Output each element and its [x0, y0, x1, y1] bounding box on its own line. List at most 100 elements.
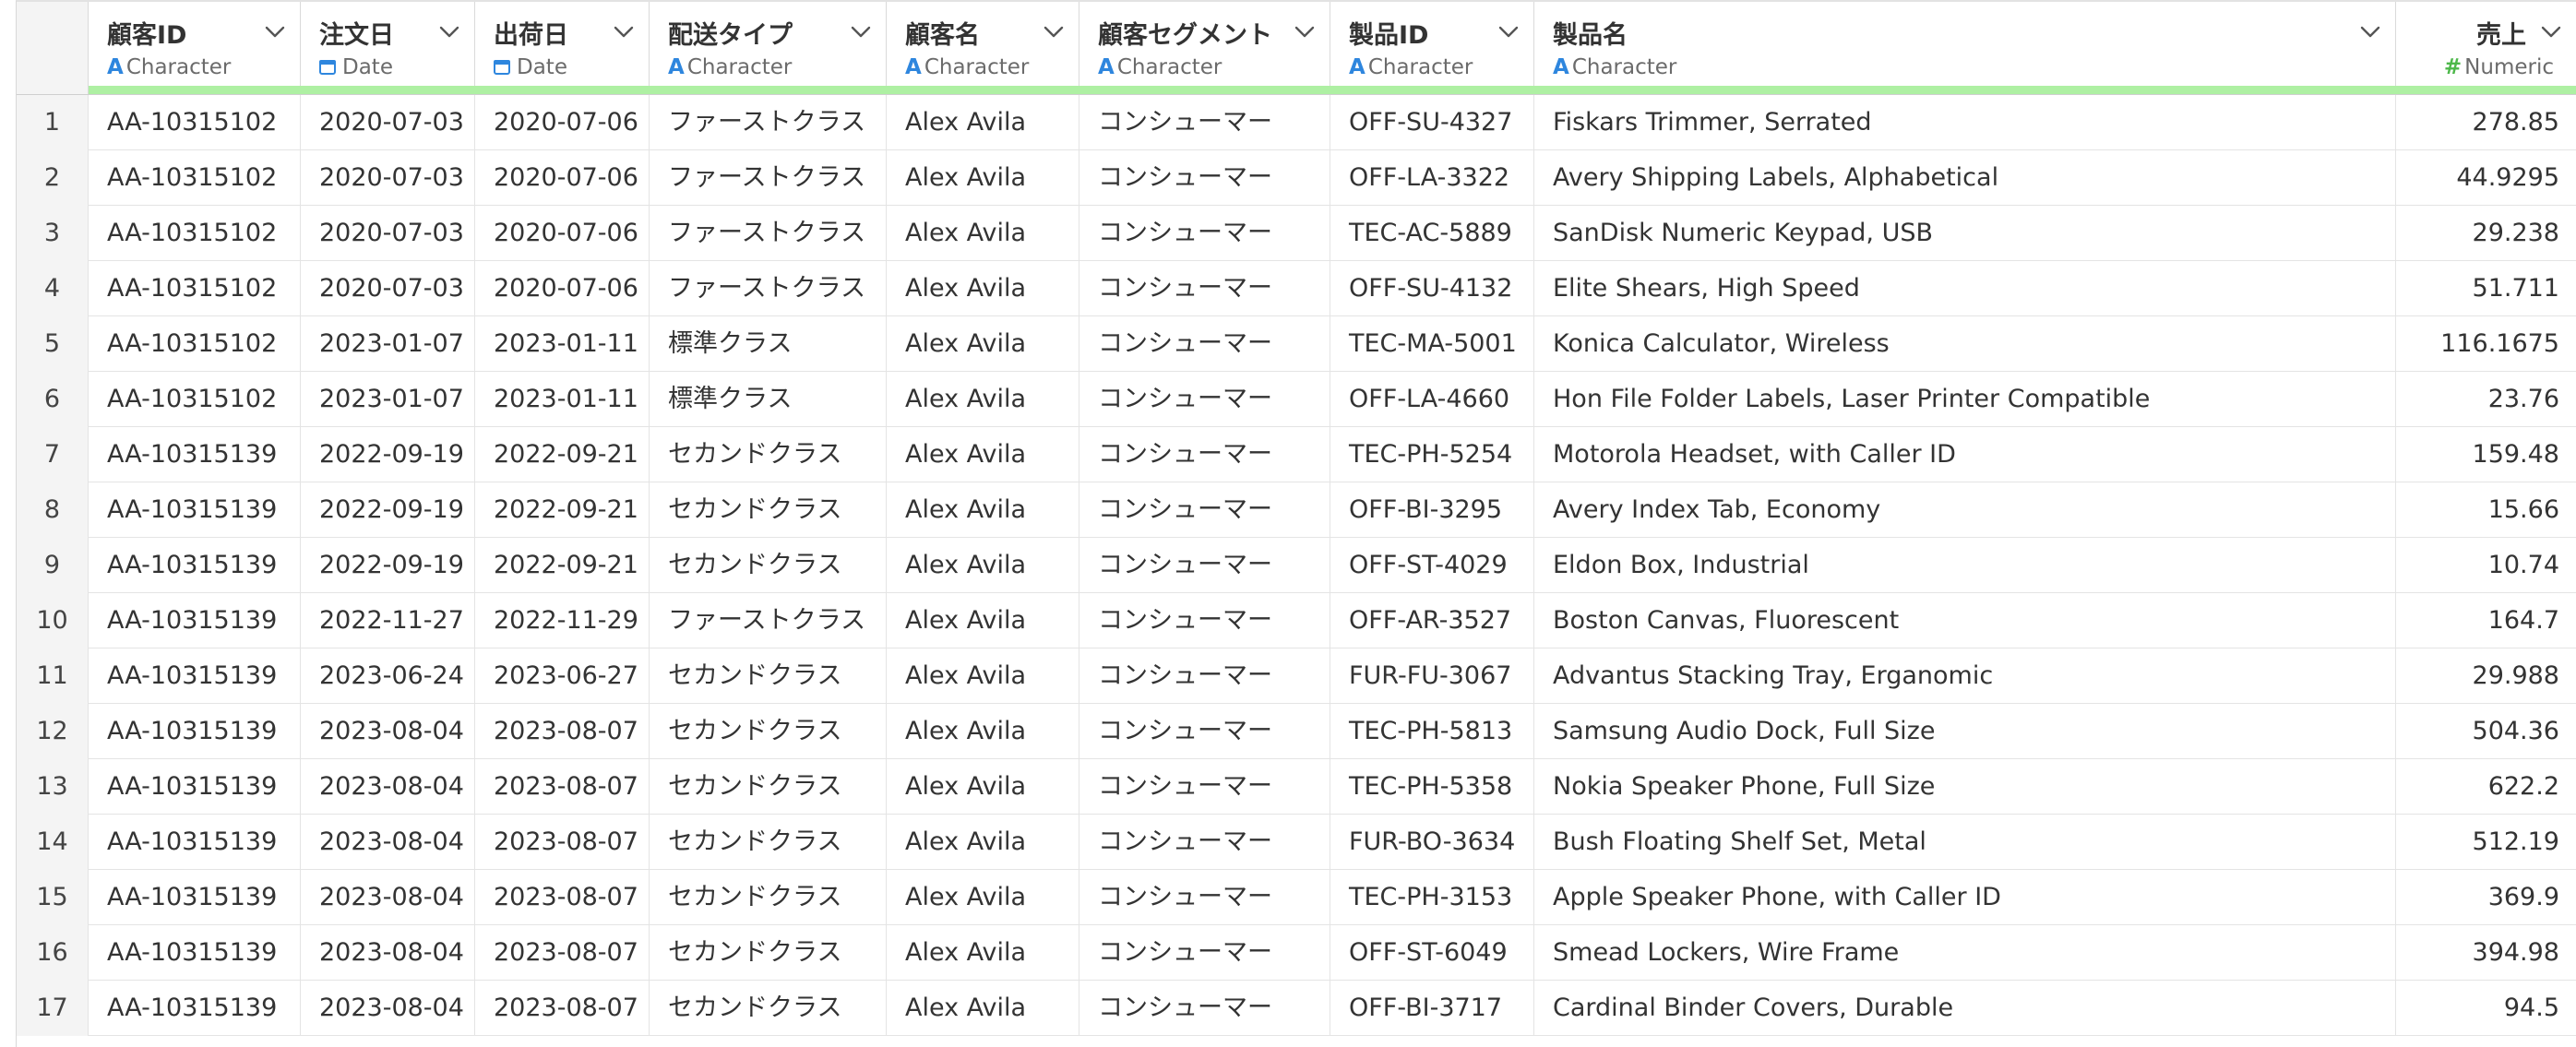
cell-ship-mode[interactable]: ファーストクラス — [650, 95, 887, 150]
cell-ship-date[interactable]: 2023-08-07 — [475, 815, 650, 870]
cell-ship-date[interactable]: 2023-08-07 — [475, 759, 650, 815]
cell-customer-segment[interactable]: コンシューマー — [1079, 704, 1330, 759]
cell-order-date[interactable]: 2023-06-24 — [301, 648, 475, 704]
cell-product-id[interactable]: OFF-BI-3717 — [1330, 981, 1534, 1036]
column-header-ship-date[interactable]: 出荷日 Date — [475, 2, 650, 86]
table-row[interactable]: 9 AA-10315139 2022-09-19 2022-09-21 セカンドクラス A… — [17, 538, 2576, 593]
cell-product-id[interactable]: OFF-LA-3322 — [1330, 150, 1534, 206]
cell-customer-id[interactable]: AA-10315139 — [89, 870, 301, 925]
cell-customer-id[interactable]: AA-10315139 — [89, 925, 301, 981]
table-row[interactable]: 8 AA-10315139 2022-09-19 2022-09-21 セカンドクラス A… — [17, 482, 2576, 538]
cell-ship-date[interactable]: 2020-07-06 — [475, 206, 650, 261]
cell-ship-mode[interactable]: ファーストクラス — [650, 206, 887, 261]
table-row[interactable]: 7 AA-10315139 2022-09-19 2022-09-21 セカンドクラス A… — [17, 427, 2576, 482]
cell-customer-segment[interactable]: コンシューマー — [1079, 593, 1330, 648]
cell-customer-id[interactable]: AA-10315139 — [89, 648, 301, 704]
cell-sales[interactable]: 164.7 — [2396, 593, 2576, 648]
cell-product-id[interactable]: OFF-ST-6049 — [1330, 925, 1534, 981]
cell-product-name[interactable]: Fiskars Trimmer, Serrated — [1534, 95, 2396, 150]
cell-customer-segment[interactable]: コンシューマー — [1079, 316, 1330, 372]
cell-customer-id[interactable]: AA-10315139 — [89, 427, 301, 482]
cell-sales[interactable]: 369.9 — [2396, 870, 2576, 925]
cell-ship-mode[interactable]: セカンドクラス — [650, 925, 887, 981]
cell-sales[interactable]: 29.988 — [2396, 648, 2576, 704]
column-header-product-name[interactable]: 製品名 A Character — [1534, 2, 2396, 86]
table-row[interactable]: 16 AA-10315139 2023-08-04 2023-08-07 セカンドクラス… — [17, 925, 2576, 981]
cell-ship-mode[interactable]: 標準クラス — [650, 372, 887, 427]
cell-product-name[interactable]: Konica Calculator, Wireless — [1534, 316, 2396, 372]
chevron-down-icon[interactable] — [2360, 26, 2380, 39]
cell-product-id[interactable]: TEC-PH-5813 — [1330, 704, 1534, 759]
cell-customer-name[interactable]: Alex Avila — [887, 261, 1079, 316]
cell-ship-date[interactable]: 2022-09-21 — [475, 538, 650, 593]
cell-customer-segment[interactable]: コンシューマー — [1079, 870, 1330, 925]
cell-ship-date[interactable]: 2022-09-21 — [475, 427, 650, 482]
column-header-sales[interactable]: 売上 # Numeric — [2396, 2, 2576, 86]
cell-product-id[interactable]: TEC-PH-5358 — [1330, 759, 1534, 815]
cell-sales[interactable]: 512.19 — [2396, 815, 2576, 870]
cell-ship-mode[interactable]: 標準クラス — [650, 316, 887, 372]
cell-ship-date[interactable]: 2023-01-11 — [475, 372, 650, 427]
cell-ship-mode[interactable]: セカンドクラス — [650, 538, 887, 593]
cell-sales[interactable]: 622.2 — [2396, 759, 2576, 815]
cell-customer-name[interactable]: Alex Avila — [887, 759, 1079, 815]
cell-ship-mode[interactable]: セカンドクラス — [650, 815, 887, 870]
cell-customer-id[interactable]: AA-10315102 — [89, 150, 301, 206]
cell-customer-id[interactable]: AA-10315139 — [89, 538, 301, 593]
cell-product-name[interactable]: Motorola Headset, with Caller ID — [1534, 427, 2396, 482]
chevron-down-icon[interactable] — [265, 26, 285, 39]
cell-customer-id[interactable]: AA-10315102 — [89, 206, 301, 261]
cell-customer-segment[interactable]: コンシューマー — [1079, 815, 1330, 870]
cell-customer-name[interactable]: Alex Avila — [887, 925, 1079, 981]
cell-customer-segment[interactable]: コンシューマー — [1079, 427, 1330, 482]
cell-product-name[interactable]: Avery Shipping Labels, Alphabetical — [1534, 150, 2396, 206]
cell-product-name[interactable]: Hon File Folder Labels, Laser Printer Co… — [1534, 372, 2396, 427]
cell-order-date[interactable]: 2023-08-04 — [301, 815, 475, 870]
cell-order-date[interactable]: 2022-09-19 — [301, 427, 475, 482]
cell-customer-segment[interactable]: コンシューマー — [1079, 95, 1330, 150]
table-row[interactable]: 14 AA-10315139 2023-08-04 2023-08-07 セカンドクラス… — [17, 815, 2576, 870]
cell-product-id[interactable]: OFF-AR-3527 — [1330, 593, 1534, 648]
cell-customer-segment[interactable]: コンシューマー — [1079, 482, 1330, 538]
cell-customer-id[interactable]: AA-10315102 — [89, 316, 301, 372]
chevron-down-icon[interactable] — [1498, 26, 1519, 39]
cell-customer-name[interactable]: Alex Avila — [887, 648, 1079, 704]
cell-customer-segment[interactable]: コンシューマー — [1079, 925, 1330, 981]
cell-product-id[interactable]: FUR-FU-3067 — [1330, 648, 1534, 704]
cell-order-date[interactable]: 2022-11-27 — [301, 593, 475, 648]
column-header-ship-mode[interactable]: 配送タイプ A Character — [650, 2, 887, 86]
cell-ship-date[interactable]: 2020-07-06 — [475, 150, 650, 206]
cell-order-date[interactable]: 2023-08-04 — [301, 981, 475, 1036]
cell-customer-name[interactable]: Alex Avila — [887, 870, 1079, 925]
cell-ship-mode[interactable]: ファーストクラス — [650, 593, 887, 648]
cell-customer-name[interactable]: Alex Avila — [887, 538, 1079, 593]
cell-ship-mode[interactable]: セカンドクラス — [650, 482, 887, 538]
cell-order-date[interactable]: 2022-09-19 — [301, 482, 475, 538]
cell-order-date[interactable]: 2023-08-04 — [301, 704, 475, 759]
cell-ship-mode[interactable]: セカンドクラス — [650, 648, 887, 704]
cell-sales[interactable]: 10.74 — [2396, 538, 2576, 593]
cell-ship-mode[interactable]: セカンドクラス — [650, 427, 887, 482]
cell-sales[interactable]: 15.66 — [2396, 482, 2576, 538]
cell-customer-id[interactable]: AA-10315139 — [89, 981, 301, 1036]
cell-ship-date[interactable]: 2022-09-21 — [475, 482, 650, 538]
cell-ship-date[interactable]: 2022-11-29 — [475, 593, 650, 648]
cell-product-name[interactable]: Smead Lockers, Wire Frame — [1534, 925, 2396, 981]
cell-sales[interactable]: 29.238 — [2396, 206, 2576, 261]
cell-product-name[interactable]: SanDisk Numeric Keypad, USB — [1534, 206, 2396, 261]
chevron-down-icon[interactable] — [1044, 26, 1064, 39]
cell-order-date[interactable]: 2023-08-04 — [301, 759, 475, 815]
cell-sales[interactable]: 116.1675 — [2396, 316, 2576, 372]
cell-product-id[interactable]: OFF-LA-4660 — [1330, 372, 1534, 427]
cell-ship-date[interactable]: 2023-06-27 — [475, 648, 650, 704]
cell-ship-date[interactable]: 2023-08-07 — [475, 981, 650, 1036]
cell-customer-id[interactable]: AA-10315102 — [89, 95, 301, 150]
cell-order-date[interactable]: 2020-07-03 — [301, 206, 475, 261]
table-row[interactable]: 12 AA-10315139 2023-08-04 2023-08-07 セカンドクラス… — [17, 704, 2576, 759]
cell-customer-segment[interactable]: コンシューマー — [1079, 538, 1330, 593]
table-row[interactable]: 10 AA-10315139 2022-11-27 2022-11-29 ファーストクラ… — [17, 593, 2576, 648]
cell-sales[interactable]: 394.98 — [2396, 925, 2576, 981]
cell-customer-segment[interactable]: コンシューマー — [1079, 206, 1330, 261]
cell-sales[interactable]: 23.76 — [2396, 372, 2576, 427]
cell-order-date[interactable]: 2020-07-03 — [301, 261, 475, 316]
